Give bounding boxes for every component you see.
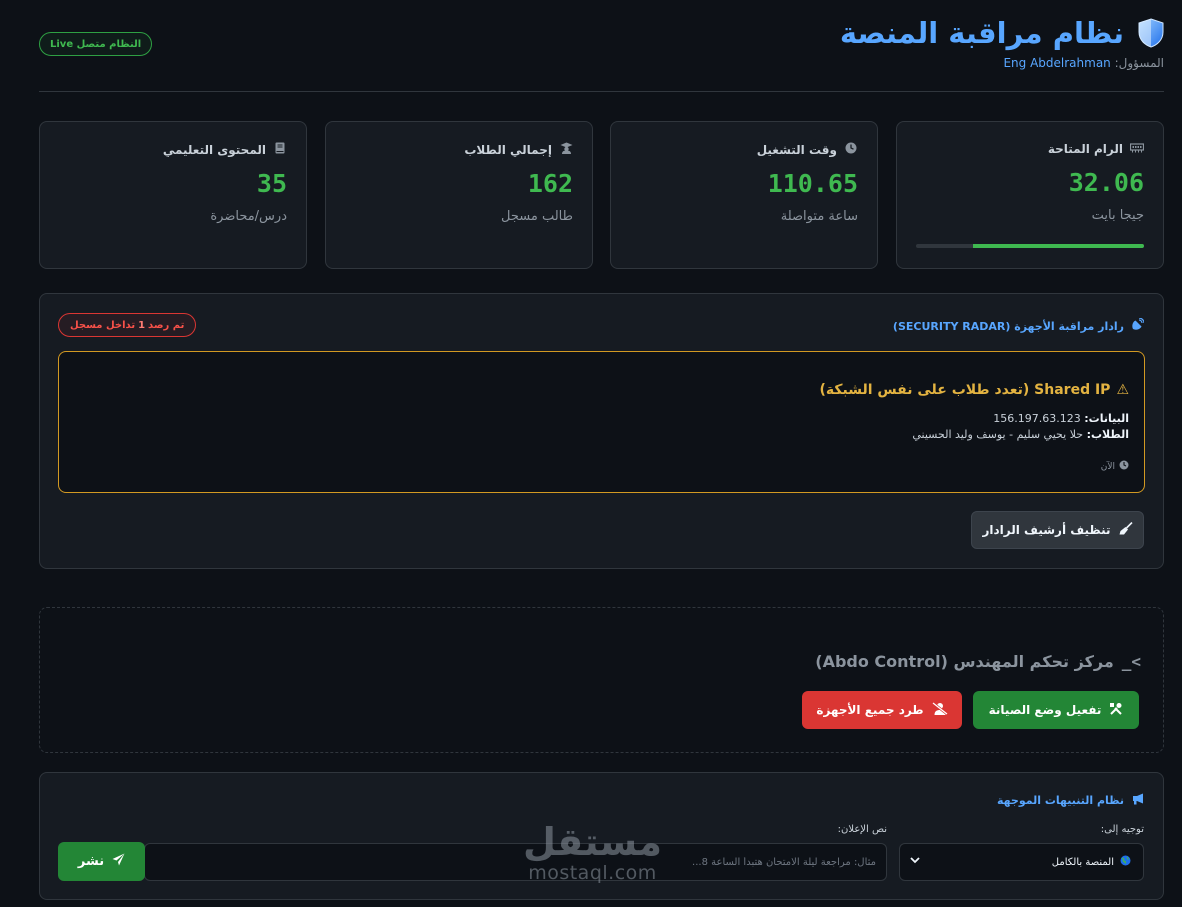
alert-students-row: الطلاب: حلا يحيي سليم - يوسف وليد الحسين… — [74, 427, 1129, 443]
ram-icon — [1129, 142, 1145, 156]
stat-unit: درس/محاضرة — [210, 209, 287, 224]
engineer-control-panel: >_ مركز تحكم المهندس (Abdo Control) تفعي… — [39, 607, 1164, 753]
stat-label-text: وقت التشغيل — [756, 142, 837, 157]
publish-button-label: نشر — [77, 854, 105, 869]
graduate-icon — [559, 142, 573, 157]
stat-value: 162 — [527, 169, 573, 198]
alert-title: ⚠ Shared IP (تعدد طلاب على نفس الشبكة) — [74, 382, 1129, 398]
admin-label: المسؤول: — [1114, 56, 1164, 70]
control-title: >_ مركز تحكم المهندس (Abdo Control) — [815, 652, 1141, 671]
students-list: حلا يحيي سليم - يوسف وليد الحسيني — [912, 428, 1084, 441]
stat-value: 110.65 — [767, 169, 858, 198]
stat-card-label: المحتوى التعليمي — [59, 142, 287, 157]
alert-time-text: الآن — [1100, 461, 1115, 472]
target-select[interactable]: المنصة بالكامل — [899, 843, 1144, 881]
chevron-down-icon — [910, 856, 920, 867]
stat-card-students: إجمالي الطلاب 162 طالب مسجل — [325, 121, 593, 269]
shield-icon — [1138, 18, 1164, 48]
stat-unit: طالب مسجل — [501, 209, 573, 224]
clean-radar-archive-button[interactable]: تنظيف أرشيف الرادار — [971, 511, 1144, 549]
stat-card-label: إجمالي الطلاب — [345, 142, 573, 157]
intrusion-count-badge: تم رصد 1 تداخل مسجل — [58, 313, 197, 337]
publish-button[interactable]: نشر — [58, 842, 145, 881]
alert-data-row: البيانات: 156.197.63.123 — [74, 411, 1129, 427]
alert-time: الآن — [74, 460, 1129, 473]
stat-card-label: الرام المتاحة — [916, 142, 1145, 156]
stat-card-content: المحتوى التعليمي 35 درس/محاضرة — [39, 121, 307, 269]
stat-card-uptime: وقت التشغيل 110.65 ساعة متواصلة — [610, 121, 878, 269]
alert-details: البيانات: 156.197.63.123 الطلاب: حلا يحي… — [74, 411, 1129, 443]
clock-icon — [1119, 460, 1129, 473]
stat-value: 32.06 — [1068, 168, 1144, 197]
announcement-input[interactable] — [144, 843, 887, 881]
data-label: البيانات: — [1084, 412, 1129, 425]
stat-unit: جيجا بايت — [1091, 208, 1144, 223]
target-label: توجيه إلى: — [1100, 824, 1144, 835]
paper-plane-icon — [112, 853, 125, 870]
targeted-notifications-panel: نظام التنبيهات الموجهة توجيه إلى: نص الإ… — [39, 772, 1164, 900]
dashboard-page: نظام مراقبة المنصة المسؤول: Eng Abdelrah… — [39, 0, 1164, 907]
shared-ip-alert: ⚠ Shared IP (تعدد طلاب على نفس الشبكة) ا… — [58, 351, 1145, 493]
target-select-value: المنصة بالكامل — [1051, 856, 1114, 868]
badge-count: 1 — [138, 319, 146, 331]
alert-title-text: Shared IP (تعدد طلاب على نفس الشبكة) — [819, 382, 1111, 398]
radar-title: رادار مراقبة الأجهزة (SECURITY RADAR) — [892, 317, 1145, 334]
live-status-text: النظام متصل Live — [50, 38, 142, 50]
page-title: نظام مراقبة المنصة — [840, 16, 1164, 50]
clock-icon — [844, 142, 858, 157]
stat-unit: ساعة متواصلة — [780, 209, 858, 224]
satellite-icon — [1131, 317, 1145, 334]
globe-icon — [1120, 855, 1131, 869]
stat-label-text: الرام المتاحة — [1047, 142, 1123, 156]
notify-title: نظام التنبيهات الموجهة — [997, 793, 1144, 808]
title-block: نظام مراقبة المنصة المسؤول: Eng Abdelrah… — [840, 16, 1164, 70]
stat-label-text: إجمالي الطلاب — [464, 142, 552, 157]
kick-all-devices-button[interactable]: طرد جميع الأجهزة — [802, 691, 962, 729]
radar-title-text: رادار مراقبة الأجهزة (SECURITY RADAR) — [892, 319, 1124, 333]
maintenance-button-label: تفعيل وضع الصيانة — [988, 703, 1102, 717]
stat-card-label: وقت التشغيل — [630, 142, 858, 157]
page-title-text: نظام مراقبة المنصة — [839, 16, 1124, 50]
kick-button-label: طرد جميع الأجهزة — [816, 703, 924, 717]
ip-address: 156.197.63.123 — [993, 412, 1081, 425]
control-title-text: مركز تحكم المهندس (Abdo Control) — [815, 652, 1114, 671]
clean-button-label: تنظيف أرشيف الرادار — [982, 523, 1111, 537]
notify-title-text: نظام التنبيهات الموجهة — [996, 794, 1124, 807]
stat-card-ram: الرام المتاحة 32.06 جيجا بايت — [896, 121, 1164, 269]
terminal-icon: >_ — [1121, 652, 1141, 671]
live-status-badge: النظام متصل Live — [39, 32, 153, 56]
warning-icon: ⚠ — [1116, 382, 1129, 398]
book-icon — [273, 142, 287, 157]
broom-icon — [1119, 521, 1133, 538]
admin-name: Eng Abdelrahman — [1003, 56, 1111, 70]
user-slash-icon — [931, 701, 948, 718]
tools-icon — [1109, 702, 1123, 719]
stat-value: 35 — [256, 169, 287, 198]
megaphone-icon — [1131, 793, 1144, 808]
ram-progress-bar — [916, 244, 1144, 248]
enable-maintenance-button[interactable]: تفعيل وضع الصيانة — [973, 691, 1139, 729]
message-label: نص الإعلان: — [837, 824, 887, 835]
security-radar-panel: رادار مراقبة الأجهزة (SECURITY RADAR) تم… — [39, 293, 1164, 569]
badge-suffix: تداخل مسجل — [70, 319, 136, 331]
admin-line: المسؤول: Eng Abdelrahman — [840, 56, 1164, 70]
stats-row: الرام المتاحة 32.06 جيجا بايت وقت التشغي… — [39, 121, 1164, 269]
ram-progress-fill — [973, 244, 1144, 248]
header: نظام مراقبة المنصة المسؤول: Eng Abdelrah… — [39, 0, 1164, 92]
students-label: الطلاب: — [1086, 428, 1129, 441]
stat-label-text: المحتوى التعليمي — [162, 142, 266, 157]
badge-prefix: تم رصد — [148, 319, 185, 331]
